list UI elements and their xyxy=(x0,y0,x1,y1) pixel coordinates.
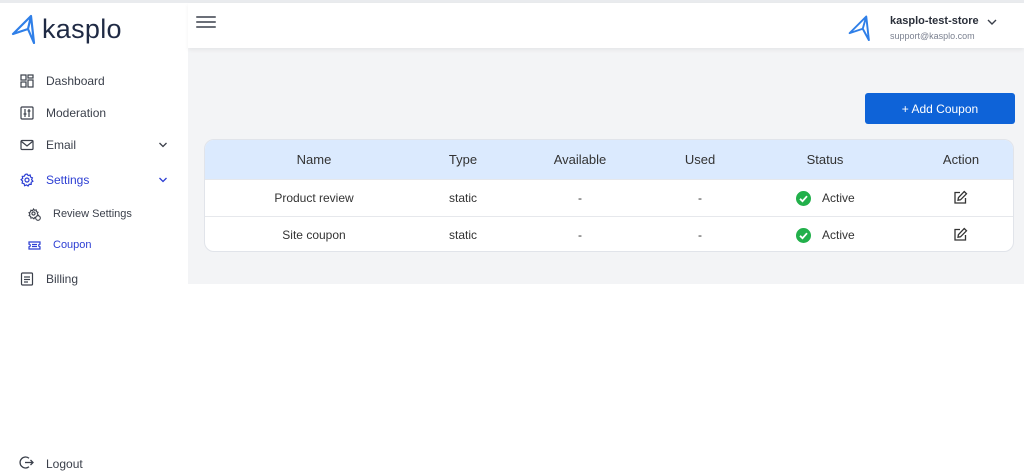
review-settings-icon xyxy=(28,208,41,221)
column-header-available: Available xyxy=(553,152,607,167)
menu-toggle-icon[interactable] xyxy=(196,16,216,30)
sidebar-item-label: Settings xyxy=(46,173,90,187)
sidebar-subitem-review-settings[interactable]: Review Settings xyxy=(0,203,188,227)
chevron-down-icon[interactable] xyxy=(158,175,168,185)
logout-icon xyxy=(19,456,34,469)
chevron-down-icon[interactable] xyxy=(158,140,168,150)
table-header: Name Type Available Used Status Action xyxy=(205,140,1013,179)
sidebar-subitem-label: Coupon xyxy=(53,239,92,251)
column-header-status: Status xyxy=(806,152,844,167)
billing-icon xyxy=(20,272,34,286)
cell-used: - xyxy=(698,228,702,242)
sidebar-subitem-coupon[interactable]: Coupon xyxy=(0,234,188,258)
sidebar-item-label: Email xyxy=(46,138,77,152)
store-switcher[interactable]: kasplo-test-store support@kasplo.com xyxy=(846,7,1016,45)
sidebar: kasplo Dashboard Moderation Email Settin… xyxy=(0,3,188,474)
column-header-action: Action xyxy=(942,152,980,167)
check-circle-icon xyxy=(796,190,811,206)
cell-name: Site coupon xyxy=(282,228,346,242)
cell-type: static xyxy=(448,191,478,205)
moderation-icon xyxy=(20,106,34,120)
cell-available: - xyxy=(578,228,582,242)
logout-label: Logout xyxy=(46,457,83,471)
table-row: Product review static - - Active xyxy=(205,179,1013,216)
sidebar-subitem-label: Review Settings xyxy=(53,208,132,220)
store-logo-icon xyxy=(848,15,870,41)
coupon-table: Name Type Available Used Status Action P… xyxy=(204,139,1014,252)
column-header-used: Used xyxy=(684,152,716,167)
cell-available: - xyxy=(578,191,582,205)
sidebar-item-settings[interactable]: Settings xyxy=(0,166,188,194)
sidebar-item-billing[interactable]: Billing xyxy=(0,265,188,293)
top-header: kasplo-test-store support@kasplo.com xyxy=(188,3,1024,48)
chevron-down-icon xyxy=(987,19,997,25)
kasplo-logo-icon xyxy=(11,14,36,44)
edit-icon[interactable] xyxy=(953,227,968,242)
sidebar-item-label: Dashboard xyxy=(46,74,105,88)
column-header-type: Type xyxy=(448,152,478,167)
sidebar-item-dashboard[interactable]: Dashboard xyxy=(0,67,188,95)
main-content: + Add Coupon Name Type Available Used St… xyxy=(188,48,1024,284)
store-name: kasplo-test-store xyxy=(890,15,979,27)
cell-used: - xyxy=(698,191,702,205)
status-label: Active xyxy=(822,228,855,242)
check-circle-icon xyxy=(796,227,811,243)
dashboard-icon xyxy=(20,74,34,88)
mail-icon xyxy=(20,139,34,151)
coupon-icon xyxy=(28,241,41,250)
edit-icon[interactable] xyxy=(953,190,968,205)
sidebar-item-moderation[interactable]: Moderation xyxy=(0,99,188,127)
brand-logo[interactable]: kasplo xyxy=(9,10,122,46)
column-header-name: Name xyxy=(296,152,332,167)
status-badge: Active xyxy=(796,226,855,244)
cell-type: static xyxy=(448,228,478,242)
store-email: support@kasplo.com xyxy=(890,31,975,41)
status-badge: Active xyxy=(796,189,855,207)
add-coupon-button[interactable]: + Add Coupon xyxy=(865,93,1015,124)
cell-name: Product review xyxy=(274,191,354,205)
table-row: Site coupon static - - Active xyxy=(205,216,1013,251)
sidebar-item-email[interactable]: Email xyxy=(0,131,188,159)
brand-name: kasplo xyxy=(42,13,122,44)
gear-icon xyxy=(20,173,34,187)
status-label: Active xyxy=(822,191,855,205)
sidebar-item-label: Billing xyxy=(46,272,79,286)
logout-button[interactable]: Logout xyxy=(0,451,120,475)
sidebar-item-label: Moderation xyxy=(46,106,107,120)
